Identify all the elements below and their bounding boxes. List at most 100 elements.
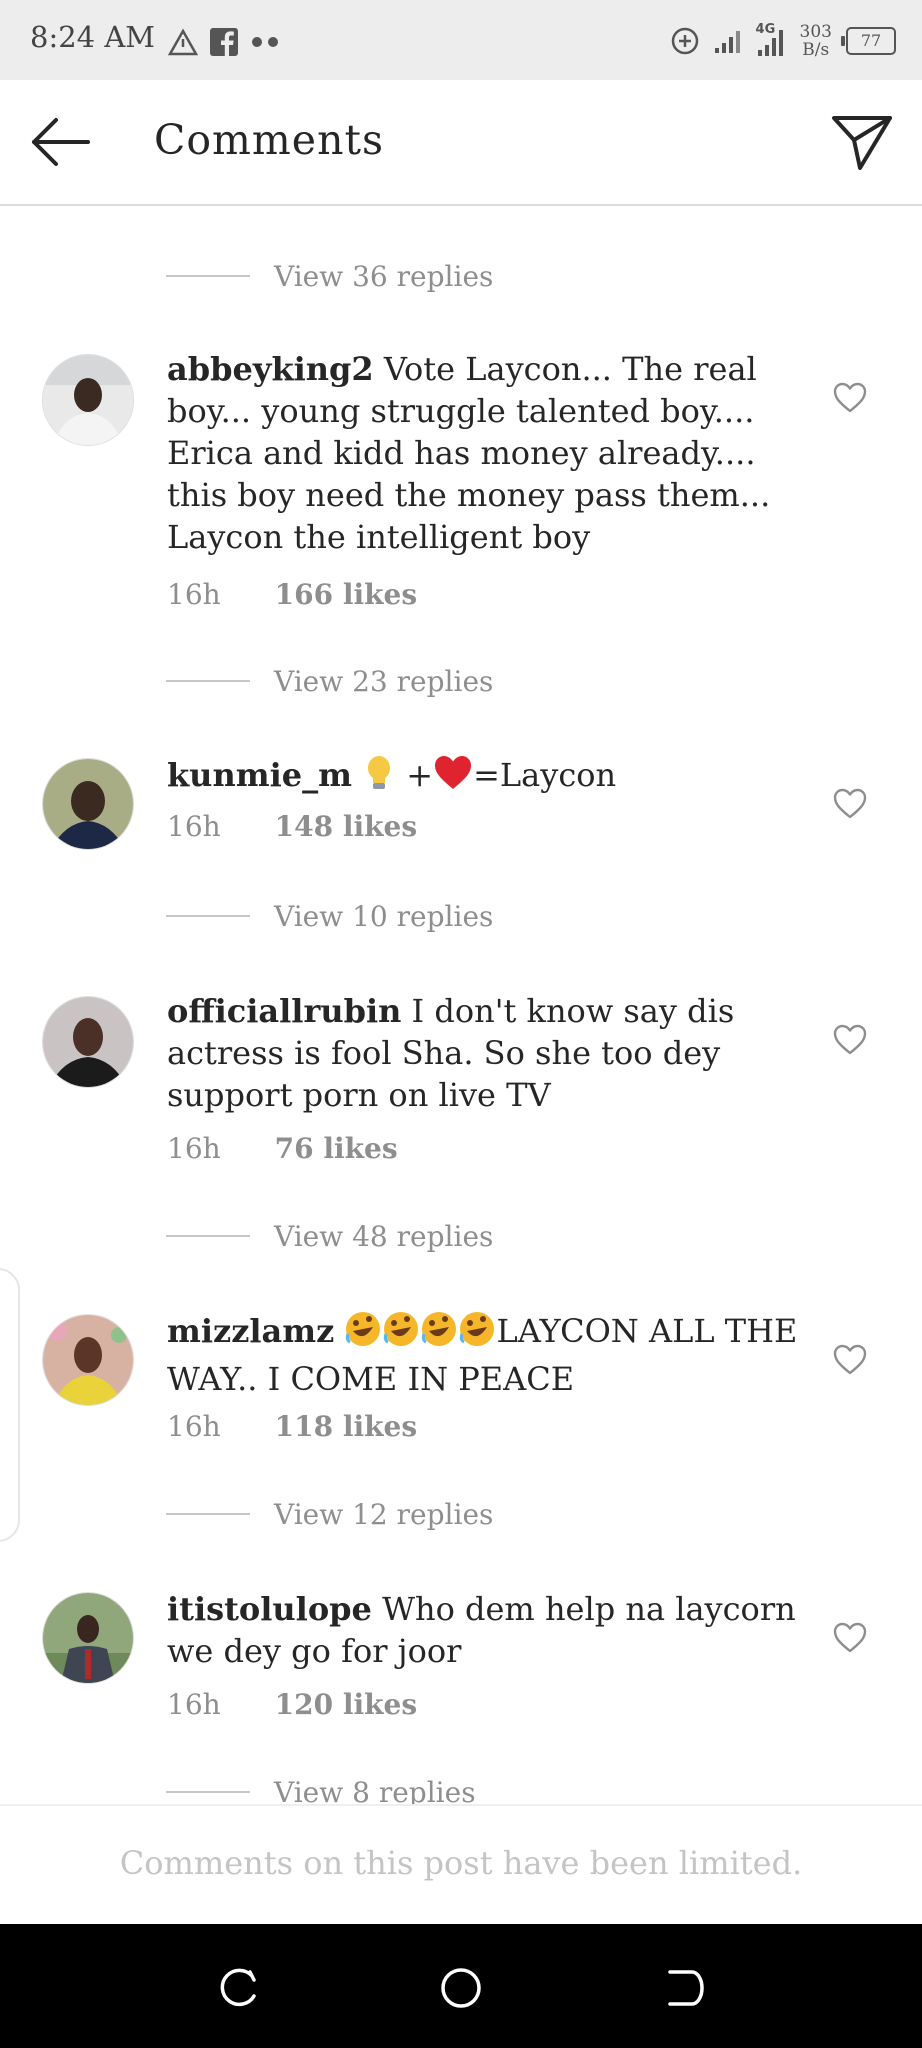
comments-header: Comments xyxy=(0,80,922,206)
heart-icon xyxy=(833,1344,867,1375)
system-nav-bar xyxy=(0,1924,922,2048)
status-system-icons: 4G 303 B/s 77 xyxy=(670,20,896,62)
comment-time: 16h xyxy=(167,1132,221,1165)
view-replies-label: View 23 replies xyxy=(274,664,494,698)
avatar[interactable] xyxy=(42,1314,134,1406)
view-replies-button[interactable]: View 36 replies xyxy=(166,256,493,296)
send-button[interactable] xyxy=(830,110,894,174)
comment-time: 16h xyxy=(167,1410,221,1443)
net-speed: 303 B/s xyxy=(800,23,832,59)
heart-icon xyxy=(833,382,867,413)
comment-meta: 16h 76 likes xyxy=(167,1132,398,1165)
battery-icon: 77 xyxy=(841,27,896,55)
rolling-laughing-icon xyxy=(420,1310,458,1358)
comments-limited-bar: Comments on this post have been limited. xyxy=(0,1804,922,1924)
comment-text: abbeyking2 Vote Laycon... The real boy..… xyxy=(167,348,807,558)
divider-line xyxy=(166,1791,250,1793)
view-replies-label: View 36 replies xyxy=(274,259,494,293)
comment-username[interactable]: kunmie_m xyxy=(167,756,352,794)
home-circle-icon xyxy=(441,1968,481,2008)
data-saver-icon xyxy=(671,27,698,55)
comment-meta: 16h 118 likes xyxy=(167,1410,417,1443)
heart-icon xyxy=(833,788,867,819)
more-dots-icon xyxy=(252,37,278,47)
comment-item: abbeyking2 Vote Laycon... The real boy..… xyxy=(0,348,922,678)
avatar[interactable] xyxy=(42,354,134,446)
send-icon xyxy=(832,116,892,170)
light-bulb-icon xyxy=(362,754,396,802)
comment-time: 16h xyxy=(167,810,221,843)
status-bar: 8:24 AM 4G 303 B/s 77 xyxy=(0,0,922,80)
like-button[interactable] xyxy=(832,786,868,822)
view-replies-button[interactable]: View 8 replies xyxy=(166,1772,476,1804)
avatar[interactable] xyxy=(42,996,134,1088)
divider-line xyxy=(166,680,250,682)
comment-likes[interactable]: 76 likes xyxy=(275,1132,398,1165)
plus-sign: + xyxy=(406,756,434,794)
like-button[interactable] xyxy=(832,1022,868,1058)
signal-4g-icon: 4G xyxy=(756,22,786,58)
comment-username[interactable]: officiallrubin xyxy=(167,992,401,1030)
comment-item: officiallrubin I don't know say dis actr… xyxy=(0,990,922,1190)
edge-panel-handle[interactable] xyxy=(0,1268,20,1542)
red-heart-icon xyxy=(433,754,473,802)
divider-line xyxy=(166,1235,250,1237)
like-button[interactable] xyxy=(832,1342,868,1378)
comment-likes[interactable]: 118 likes xyxy=(275,1410,417,1443)
comment-item: kunmie_m + =Laycon 16h 148 likes xyxy=(0,754,922,894)
view-replies-button[interactable]: View 23 replies xyxy=(166,661,493,701)
comment-meta: 16h 148 likes xyxy=(167,810,417,843)
view-replies-button[interactable]: View 10 replies xyxy=(166,896,493,936)
status-notification-icons xyxy=(168,22,280,62)
back-icon xyxy=(668,1970,704,2006)
net-speed-value: 303 xyxy=(799,22,832,42)
facebook-icon xyxy=(210,28,238,56)
comment-meta: 16h 120 likes xyxy=(167,1688,417,1721)
view-replies-label: View 12 replies xyxy=(274,1497,494,1531)
comment-text: kunmie_m + =Laycon xyxy=(167,754,807,802)
back-button[interactable] xyxy=(28,110,92,174)
page-title: Comments xyxy=(154,116,384,164)
rolling-laughing-icon xyxy=(458,1310,496,1358)
view-replies-label: View 48 replies xyxy=(274,1219,494,1253)
recent-apps-button[interactable] xyxy=(216,1966,260,2010)
comment-time: 16h xyxy=(167,578,221,611)
comment-content: =Laycon xyxy=(473,756,617,794)
battery-level: 77 xyxy=(860,31,882,50)
divider-line xyxy=(166,1513,250,1515)
signal-icon xyxy=(714,31,740,53)
view-replies-button[interactable]: View 12 replies xyxy=(166,1494,493,1534)
comment-username[interactable]: itistolulope xyxy=(167,1590,372,1628)
heart-icon xyxy=(833,1024,867,1055)
like-button[interactable] xyxy=(832,380,868,416)
divider-line xyxy=(166,275,250,277)
like-button[interactable] xyxy=(832,1620,868,1656)
divider-line xyxy=(166,915,250,917)
comments-limited-text: Comments on this post have been limited. xyxy=(119,1844,803,1882)
comments-list: View 36 replies abbeyking2 Vote Laycon..… xyxy=(0,206,922,1804)
comment-text: mizzlamz LAYCON ALL THE WAY.. I COME IN … xyxy=(167,1310,807,1400)
comment-text: itistolulope Who dem help na laycorn we … xyxy=(167,1588,807,1672)
comment-likes[interactable]: 148 likes xyxy=(275,810,417,843)
comment-username[interactable]: mizzlamz xyxy=(167,1312,334,1350)
comment-username[interactable]: abbeyking2 xyxy=(167,350,374,388)
comment-item: itistolulope Who dem help na laycorn we … xyxy=(0,1588,922,1748)
status-time: 8:24 AM xyxy=(30,20,155,54)
view-replies-button[interactable]: View 48 replies xyxy=(166,1216,493,1256)
comment-likes[interactable]: 166 likes xyxy=(275,578,417,611)
back-nav-button[interactable] xyxy=(662,1966,706,2010)
back-arrow-icon xyxy=(32,118,90,166)
comment-likes[interactable]: 120 likes xyxy=(275,1688,417,1721)
comment-item: mizzlamz LAYCON ALL THE WAY.. I COME IN … xyxy=(0,1310,922,1480)
avatar[interactable] xyxy=(42,758,134,850)
net-speed-unit: B/s xyxy=(802,40,830,60)
comment-time: 16h xyxy=(167,1688,221,1721)
avatar[interactable] xyxy=(42,1592,134,1684)
comment-meta: 16h 166 likes xyxy=(167,578,417,611)
recent-apps-icon xyxy=(220,1968,256,2007)
home-button[interactable] xyxy=(439,1966,483,2010)
rolling-laughing-icon xyxy=(382,1310,420,1358)
warning-icon xyxy=(168,28,198,56)
rolling-laughing-icon xyxy=(344,1310,382,1358)
view-replies-label: View 8 replies xyxy=(274,1775,476,1805)
